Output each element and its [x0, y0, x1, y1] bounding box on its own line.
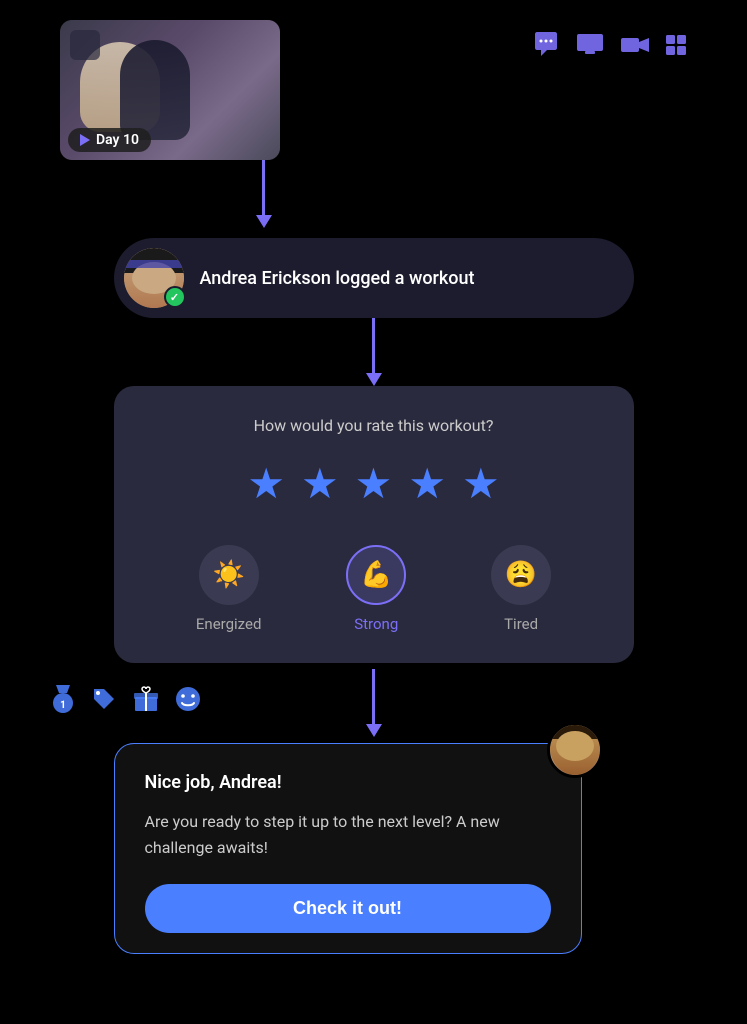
arrow-tip-1 — [256, 215, 272, 228]
connector-3 — [366, 669, 382, 737]
smiley-icon[interactable] — [174, 685, 202, 720]
top-icons — [531, 30, 687, 65]
feeling-energized[interactable]: ☀️ Energized — [196, 545, 262, 633]
gift-icon[interactable] — [132, 685, 160, 720]
screen-icon[interactable] — [575, 32, 605, 63]
rating-question: How would you rate this workout? — [154, 416, 594, 435]
grid-icon[interactable] — [665, 33, 687, 63]
tired-label: Tired — [504, 615, 538, 633]
connector-line-3 — [372, 669, 375, 724]
coach-avatar — [547, 722, 603, 778]
coach-card: Nice job, Andrea! Are you ready to step … — [114, 743, 582, 954]
connector-line-2 — [372, 318, 375, 373]
bottom-row-connector: 1 — [20, 663, 727, 743]
tag-icon[interactable] — [90, 685, 118, 720]
strong-emoji-circle: 💪 — [346, 545, 406, 605]
play-icon — [80, 134, 90, 146]
svg-text:1: 1 — [60, 700, 66, 711]
workout-card: ✓ Andrea Erickson logged a workout — [114, 238, 634, 318]
check-icon: ✓ — [170, 291, 179, 304]
day-badge: Day 10 — [68, 128, 151, 152]
connector-1 — [256, 160, 272, 228]
energized-emoji-circle: ☀️ — [199, 545, 259, 605]
coach-greeting: Nice job, Andrea! — [145, 772, 551, 793]
tired-emoji-circle: 😩 — [491, 545, 551, 605]
page-container: Day 10 — [20, 20, 727, 954]
feeling-tired[interactable]: 😩 Tired — [491, 545, 551, 633]
star-2[interactable]: ★ — [301, 459, 339, 509]
video-camera-icon[interactable] — [619, 33, 651, 63]
coach-body: Are you ready to step it up to the next … — [145, 809, 551, 860]
connector-line-1 — [262, 160, 265, 215]
strong-label: Strong — [354, 615, 398, 633]
stars-row: ★ ★ ★ ★ ★ — [154, 459, 594, 509]
workout-logged-text: Andrea Erickson logged a workout — [200, 268, 475, 289]
star-5[interactable]: ★ — [462, 459, 500, 509]
energized-emoji: ☀️ — [212, 560, 244, 590]
coach-card-wrapper: Nice job, Andrea! Are you ready to step … — [114, 743, 634, 954]
user-avatar-wrapper: ✓ — [124, 248, 184, 308]
check-badge: ✓ — [164, 286, 186, 308]
feelings-row: ☀️ Energized 💪 Strong 😩 Tired — [154, 545, 594, 633]
arrow-tip-3 — [366, 724, 382, 737]
star-4[interactable]: ★ — [408, 459, 446, 509]
video-thumbnail[interactable]: Day 10 — [60, 20, 280, 160]
star-1[interactable]: ★ — [247, 459, 285, 509]
connector-2 — [366, 318, 382, 386]
arrow-tip-2 — [366, 373, 382, 386]
star-3[interactable]: ★ — [355, 459, 393, 509]
tired-emoji: 😩 — [505, 560, 537, 590]
feeling-strong[interactable]: 💪 Strong — [346, 545, 406, 633]
check-out-button[interactable]: Check it out! — [145, 884, 551, 933]
bottom-icons: 1 — [50, 683, 202, 722]
strong-emoji: 💪 — [360, 560, 392, 590]
rating-card: How would you rate this workout? ★ ★ ★ ★… — [114, 386, 634, 663]
day-label: Day 10 — [96, 132, 139, 148]
chat-icon[interactable] — [531, 30, 561, 65]
energized-label: Energized — [196, 615, 262, 633]
medal-icon[interactable]: 1 — [50, 683, 76, 722]
workout-logged-section: ✓ Andrea Erickson logged a workout — [20, 238, 727, 318]
top-row: Day 10 — [20, 20, 727, 160]
